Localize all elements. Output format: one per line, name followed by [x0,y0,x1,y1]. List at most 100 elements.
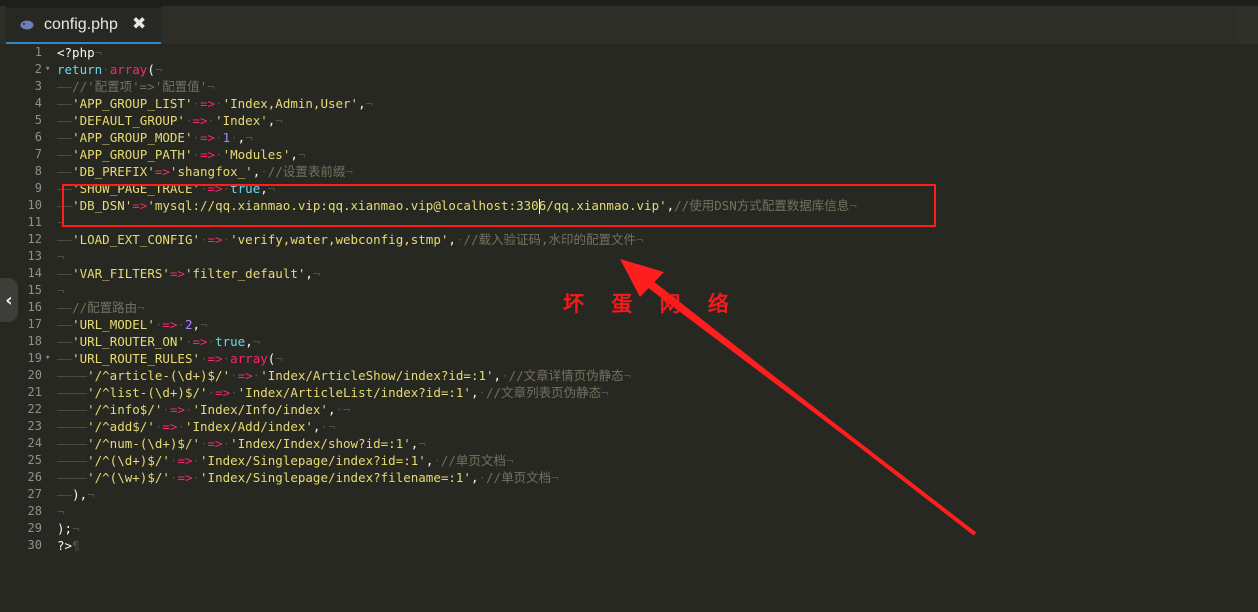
code-token: array [230,351,268,366]
code-token: => [215,385,231,400]
line-number: 24 [27,436,42,450]
code-token: · [222,232,231,247]
code-line[interactable]: ————'/^(\w+)$/'·=>·'Index/Singlepage/ind… [57,469,559,486]
code-token: · [192,96,201,111]
code-token: · [230,368,238,383]
code-token: —— [57,79,73,94]
code-token: ¬ [601,385,609,400]
code-line[interactable]: return·array(¬ [57,61,162,78]
code-token: · [433,453,441,468]
code-token: ¬ [72,521,80,536]
code-token: ·¬ [335,402,351,417]
line-number: 9 [34,181,42,195]
code-token: '/^(\d+)$/' [87,453,170,468]
code-token: · [207,385,216,400]
code-token: => [200,130,216,145]
code-line[interactable]: ————'/^num-(\d+)$/'·=>·'Index/Index/show… [57,435,426,452]
tab-config-php[interactable]: config.php ✖ [6,6,161,44]
code-token: //载入验证码,水印的配置文件 [463,232,637,247]
line-number: 2 [34,62,42,76]
highlight-box [62,184,936,227]
php-elephant-icon [20,20,34,30]
code-token: '/^add$/' [87,419,155,434]
code-token: => [177,453,193,468]
code-token: => [154,164,170,179]
code-token: ); [57,521,73,536]
code-token: '/^num-(\d+)$/' [87,436,200,451]
code-token: ———— [57,419,88,434]
code-line[interactable]: <?php¬ [57,44,102,61]
code-token: => [169,402,185,417]
code-line[interactable]: ——'URL_MODEL'·=>·2,¬ [57,316,208,333]
code-token: //单页文档 [486,470,552,485]
code-token: '/^article-(\d+)$/' [87,368,231,383]
tab-bar: config.php ✖ [0,0,1258,44]
code-line[interactable]: ——'URL_ROUTE_RULES'·=>·array(¬ [57,350,283,367]
line-number: 21 [27,385,42,399]
line-number: 20 [27,368,42,382]
code-line[interactable]: ————'/^add$/'·=>·'Index/Add/index',·¬ [57,418,336,435]
code-token: —— [57,317,73,332]
code-token: ¬ [275,351,283,366]
code-line[interactable]: ——'VAR_FILTERS'=>'filter_default',¬ [57,265,320,282]
code-token: , [493,368,502,383]
code-line[interactable]: ——'DEFAULT_GROUP'·=>·'Index',¬ [57,112,283,129]
code-line[interactable]: ——'APP_GROUP_PATH'·=>·'Modules',¬ [57,146,305,163]
code-line[interactable]: ——//配置路由¬ [57,299,145,316]
code-token: · [177,419,185,434]
code-token: '/^list-(\d+)$/' [87,385,208,400]
code-token: ¬ [365,96,374,111]
code-line[interactable]: ——'DB_PREFIX'=>'shangfox_',·//设置表前缀¬ [57,163,353,180]
code-token: ·¬ [320,419,336,434]
code-line[interactable]: ————'/^(\d+)$/'·=>·'Index/Singlepage/ind… [57,452,513,469]
fold-arrow-icon[interactable]: ▾ [45,61,50,78]
code-token: · [177,317,185,332]
code-token: , [448,232,456,247]
code-token: ¬ [57,504,65,519]
code-token: => [192,113,208,128]
line-number: 11 [27,215,42,229]
code-line[interactable]: ————'/^article-(\d+)$/'·=>·'Index/Articl… [57,367,631,384]
code-token: //单页文档 [440,453,506,468]
code-token: ¬ [57,249,65,264]
code-line[interactable]: ——'APP_GROUP_MODE'·=>·1·,¬ [57,129,253,146]
code-line[interactable]: ——'APP_GROUP_LIST'·=>·'Index,Admin,User'… [57,95,373,112]
code-line[interactable]: ————'/^info$/'·=>·'Index/Info/index',·¬ [57,401,351,418]
code-token: · [200,436,208,451]
code-token: 'Index/ArticleShow/index?id=:1' [260,368,494,383]
code-token: 'Index/Singlepage/index?id=:1' [200,453,426,468]
code-line[interactable]: ¬ [57,282,65,299]
code-token: , [290,147,298,162]
code-token: , [470,470,479,485]
code-line[interactable]: ——//'配置项'=>'配置值'¬ [57,78,215,95]
line-number: 29 [27,521,42,535]
code-token: · [200,351,208,366]
code-token: —— [57,232,73,247]
code-line[interactable]: ——'URL_ROUTER_ON'·=>·true,¬ [57,333,260,350]
code-token: ———— [57,402,88,417]
code-line[interactable]: ————'/^list-(\d+)$/'·=>·'Index/ArticleLi… [57,384,609,401]
line-number: 27 [27,487,42,501]
sidebar-toggle-chevron-icon[interactable]: ‹ [0,278,18,322]
code-token: · [215,130,223,145]
line-number: 26 [27,470,42,484]
code-token: , [327,402,336,417]
minimap-corner [1236,6,1258,44]
code-token: ¬ [207,79,215,94]
code-token: 'DB_PREFIX' [72,164,155,179]
code-line[interactable]: ¬ [57,503,65,520]
code-token: · [230,130,238,145]
line-number: 23 [27,419,42,433]
fold-arrow-icon[interactable]: ▾ [45,350,50,367]
close-tab-icon[interactable]: ✖ [132,14,146,34]
code-line[interactable]: );¬ [57,520,80,537]
code-token: · [501,368,509,383]
code-token: · [215,147,223,162]
code-token: 'LOAD_EXT_CONFIG' [72,232,200,247]
code-line[interactable]: ?>¶ [57,537,80,554]
code-line[interactable]: ——'LOAD_EXT_CONFIG'·=>·'verify,water,web… [57,231,644,248]
line-number: 1 [34,45,42,59]
code-token: => [162,419,178,434]
code-line[interactable]: ¬ [57,248,65,265]
code-line[interactable]: ——),¬ [57,486,95,503]
